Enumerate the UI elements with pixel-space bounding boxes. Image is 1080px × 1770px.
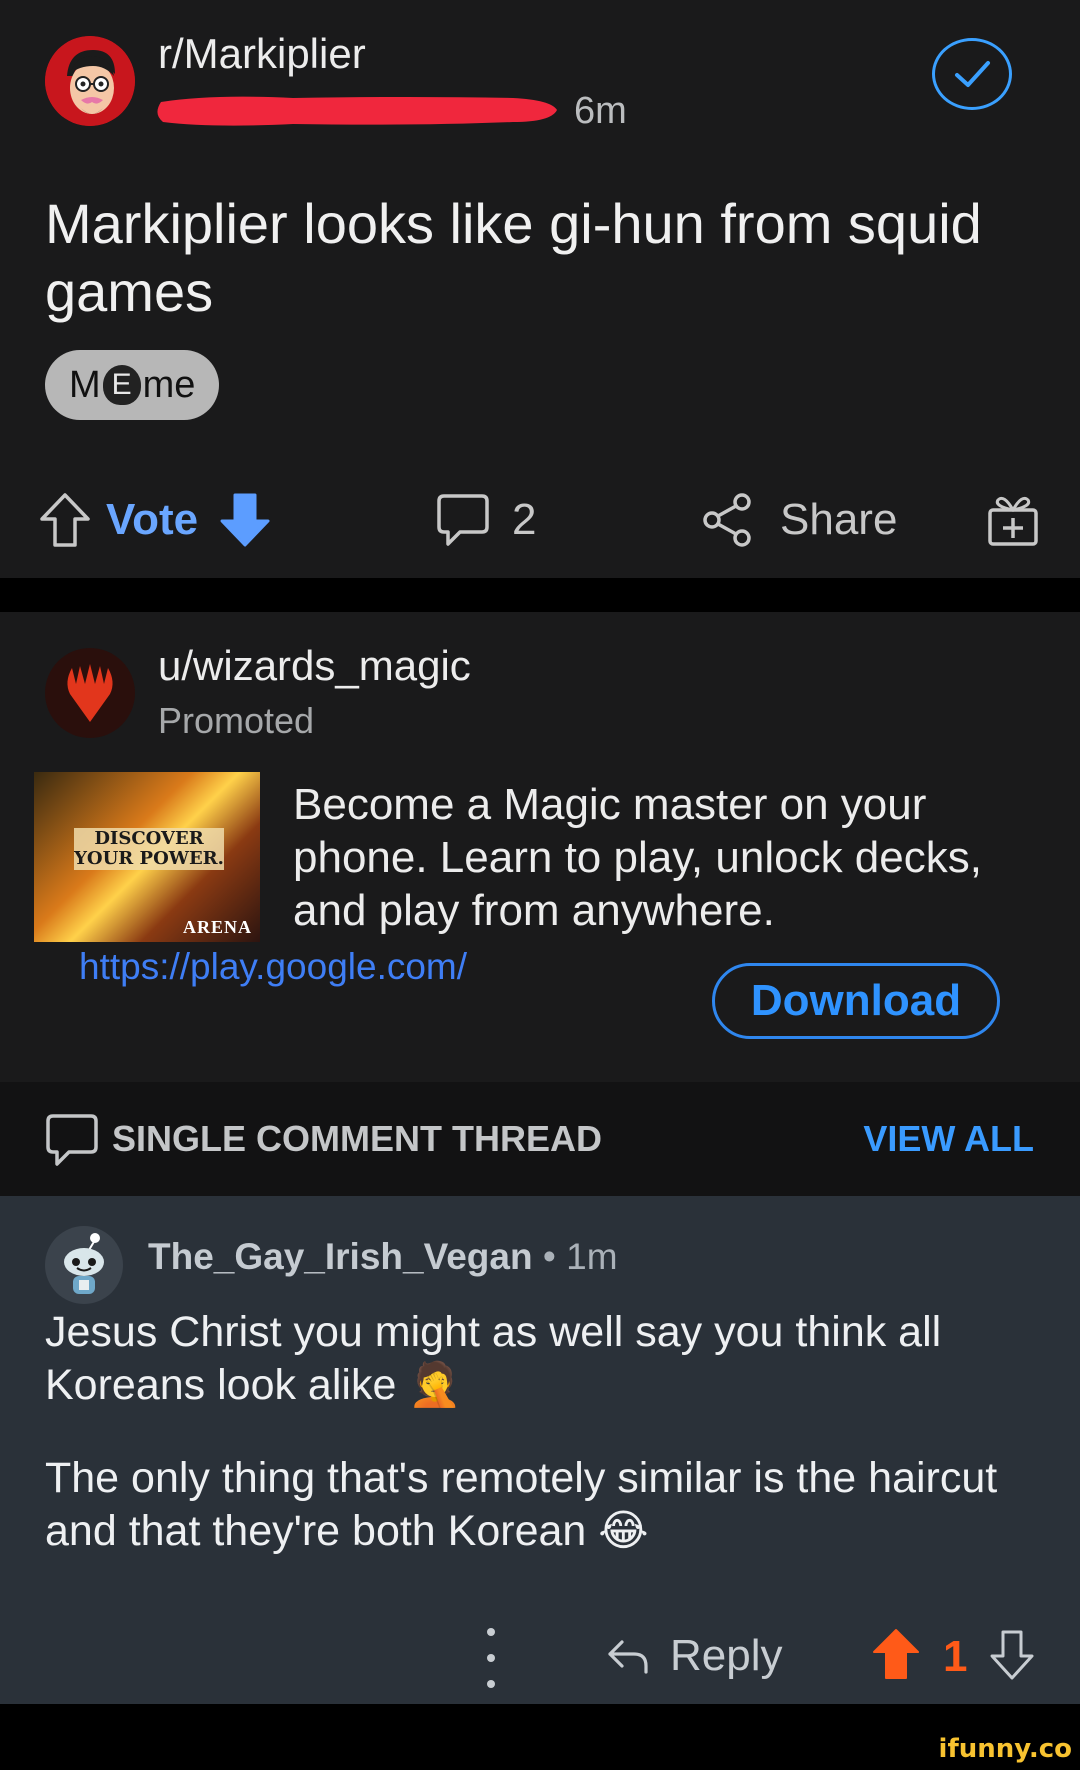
comment-action-bar: Reply 1 xyxy=(0,1616,1080,1696)
view-all-button[interactable]: VIEW ALL xyxy=(863,1118,1034,1160)
commenter-avatar[interactable] xyxy=(45,1226,123,1304)
subreddit-avatar-image xyxy=(45,36,135,126)
download-button[interactable]: Download xyxy=(712,963,1000,1039)
upvote-arrow-icon[interactable] xyxy=(38,491,92,549)
checkmark-icon xyxy=(955,61,990,87)
subreddit-name[interactable]: r/Markiplier xyxy=(158,30,366,78)
comment: The_Gay_Irish_Vegan • 1m Jesus Christ yo… xyxy=(0,1196,1080,1704)
comment-count: 2 xyxy=(512,495,537,544)
flair-text-start: M xyxy=(69,363,101,406)
comment-meta: The_Gay_Irish_Vegan • 1m xyxy=(148,1236,618,1278)
gift-icon xyxy=(988,496,1038,546)
ad-thumbnail-caption: DISCOVER YOUR POWER. xyxy=(74,828,224,870)
dot xyxy=(487,1628,495,1636)
redacted-username-scribble xyxy=(157,96,557,126)
comment-bubble-icon xyxy=(46,1114,98,1166)
vote-group: Vote xyxy=(38,480,272,560)
ad-thumbnail-brand: ARENA xyxy=(182,917,252,937)
post-flair[interactable]: M E me xyxy=(45,350,220,420)
comment-paragraph-1: Jesus Christ you might as well say you t… xyxy=(45,1308,942,1409)
dot xyxy=(487,1654,495,1662)
award-button[interactable] xyxy=(986,480,1040,560)
comments-button[interactable]: 2 xyxy=(436,480,536,560)
comment-bubble-icon xyxy=(437,494,489,546)
ad-link[interactable]: https://play.google.com/ xyxy=(79,946,467,988)
screenshot: r/Markiplier 6m Markiplier looks like gi… xyxy=(0,0,1080,1770)
upvote-arrow-icon[interactable] xyxy=(872,1628,920,1682)
ad-thumbnail-line1: DISCOVER xyxy=(94,828,204,849)
advertiser-name[interactable]: u/wizards_magic xyxy=(158,642,471,690)
post-card: r/Markiplier 6m Markiplier looks like gi… xyxy=(0,0,1080,578)
reply-button[interactable]: Reply xyxy=(606,1616,783,1696)
comment-paragraph-2: The only thing that's remotely similar i… xyxy=(45,1454,998,1555)
watermark-logo: ifunny.co xyxy=(938,1734,1072,1764)
post-action-bar: Vote 2 Share xyxy=(0,480,1080,560)
subreddit-avatar[interactable] xyxy=(45,36,135,126)
reply-arrow-icon xyxy=(608,1640,648,1674)
promoted-ad-card[interactable]: u/wizards_magic Promoted DISCOVER YOUR P… xyxy=(0,612,1080,1082)
flair-text-end: me xyxy=(142,363,196,406)
promoted-label: Promoted xyxy=(158,700,315,741)
dot xyxy=(487,1680,495,1688)
flair-emoji-e: E xyxy=(102,365,141,405)
comment-time: 1m xyxy=(566,1236,618,1277)
ad-thumbnail-image[interactable]: DISCOVER YOUR POWER. ARENA xyxy=(34,772,260,942)
post-title[interactable]: Markiplier looks like gi-hun from squid … xyxy=(45,190,1035,326)
reply-label: Reply xyxy=(670,1631,783,1680)
thread-header: SINGLE COMMENT THREAD VIEW ALL xyxy=(0,1082,1080,1196)
comment-author[interactable]: The_Gay_Irish_Vegan xyxy=(148,1236,533,1277)
comment-body: Jesus Christ you might as well say you t… xyxy=(45,1306,1055,1598)
snoo-avatar-icon xyxy=(64,1233,104,1294)
magic-logo-icon xyxy=(67,664,113,722)
downvote-arrow-icon[interactable] xyxy=(988,1628,1036,1682)
ad-body-text[interactable]: Become a Magic master on your phone. Lea… xyxy=(293,778,1053,937)
comment-score: 1 xyxy=(943,1632,968,1681)
mod-approve-button[interactable] xyxy=(932,38,1012,110)
vote-label: Vote xyxy=(106,495,199,544)
thread-label: SINGLE COMMENT THREAD xyxy=(112,1118,602,1159)
advertiser-avatar[interactable] xyxy=(45,648,135,738)
downvote-arrow-icon[interactable] xyxy=(218,491,272,549)
post-time: 6m xyxy=(574,90,627,132)
ad-thumbnail-line2: YOUR POWER. xyxy=(74,848,224,869)
comment-separator: • xyxy=(542,1236,556,1277)
share-label: Share xyxy=(780,495,898,544)
bottom-strip: ifunny.co xyxy=(0,1704,1080,1770)
share-button[interactable]: Share xyxy=(700,480,897,560)
more-options-icon[interactable] xyxy=(484,1628,498,1688)
share-icon xyxy=(703,493,751,547)
